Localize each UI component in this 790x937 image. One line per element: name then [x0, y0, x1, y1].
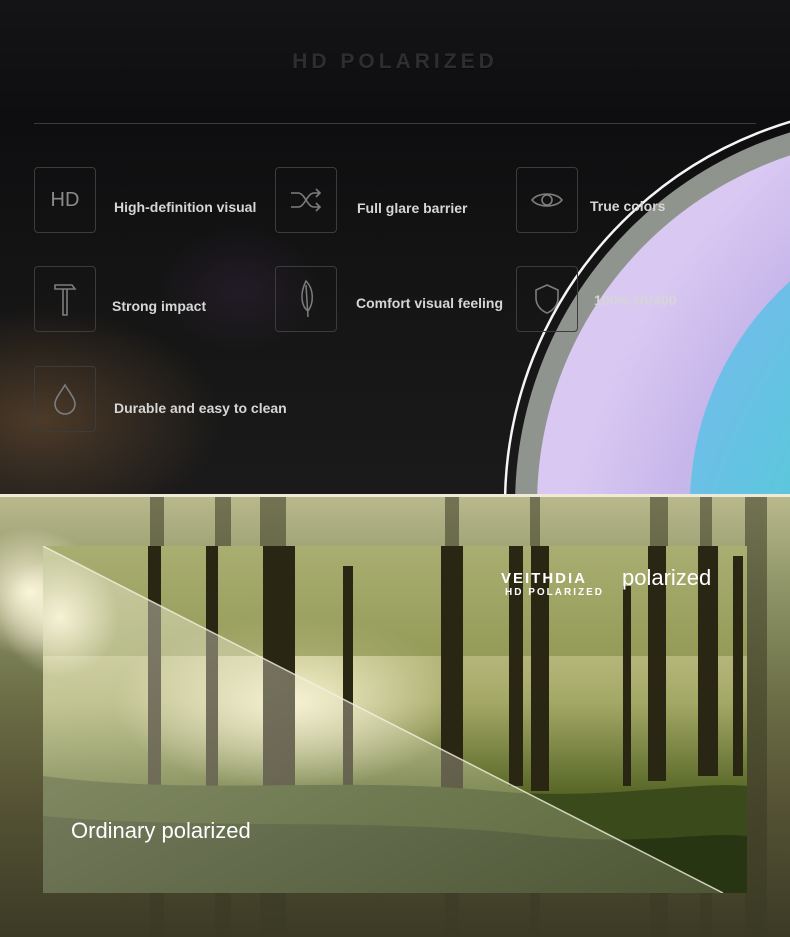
droplet-icon: [34, 366, 96, 432]
feature-label-colors: True colors: [590, 198, 666, 214]
feature-label-clean: Durable and easy to clean: [114, 400, 287, 416]
feature-label-uv: 100% UV400: [594, 292, 677, 308]
feature-label-impact: Strong impact: [112, 298, 207, 314]
hd-icon: HD: [34, 167, 96, 233]
feature-label-hd: High-definition visual: [114, 199, 257, 215]
feature-label-comfort: Comfort visual feeling: [356, 295, 504, 311]
sun-glare: [0, 557, 120, 677]
ordinary-polarized-label: Ordinary polarized: [71, 818, 251, 843]
shuffle-icon: [275, 167, 337, 233]
brand-subtitle: HD POLARIZED: [505, 587, 604, 598]
features-panel: HD POLARIZED HD High-definition visual F…: [0, 0, 790, 496]
brand-name: VEITHDIA: [501, 570, 588, 587]
feature-label-glare: Full glare barrier: [357, 200, 468, 216]
lens-graphic: [503, 120, 790, 496]
feather-icon: [275, 266, 337, 332]
eye-icon: [516, 167, 578, 233]
brand-polarized-label: polarized: [622, 565, 712, 590]
hammer-icon: [34, 266, 96, 332]
forest-background: [0, 497, 790, 937]
shield-icon: [516, 266, 578, 332]
